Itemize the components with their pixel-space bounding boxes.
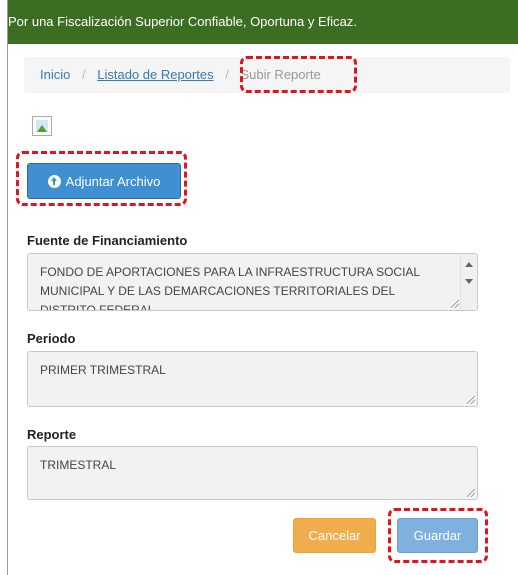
periodo-value: PRIMER TRIMESTRAL: [40, 363, 166, 377]
header-banner: Por una Fiscalización Superior Confiable…: [8, 0, 518, 44]
fuente-value: FONDO DE APORTACIONES PARA LA INFRAESTRU…: [40, 265, 420, 311]
periodo-textarea[interactable]: PRIMER TRIMESTRAL: [27, 351, 478, 407]
fuente-scrollbar[interactable]: [460, 254, 477, 310]
breadcrumb-separator: /: [225, 67, 229, 82]
cancel-button[interactable]: Cancelar: [293, 518, 376, 553]
scroll-down-icon[interactable]: [465, 279, 473, 284]
breadcrumb-separator: /: [81, 67, 86, 82]
fuente-label: Fuente de Financiamiento: [27, 233, 188, 248]
fuente-textarea[interactable]: FONDO DE APORTACIONES PARA LA INFRAESTRU…: [27, 253, 478, 311]
broken-image-icon: [32, 116, 52, 136]
highlight-subir-reporte: [240, 56, 357, 93]
resize-grip-icon[interactable]: [467, 396, 475, 404]
resize-grip-icon[interactable]: [451, 300, 459, 308]
scroll-up-icon[interactable]: [465, 262, 473, 267]
highlight-save-button: [388, 508, 488, 563]
left-border: [7, 0, 8, 575]
reporte-value: TRIMESTRAL: [40, 458, 117, 472]
breadcrumb-home-link[interactable]: Inicio: [40, 67, 70, 82]
highlight-attach-button: [16, 151, 187, 206]
reporte-label: Reporte: [27, 427, 77, 442]
resize-grip-icon[interactable]: [467, 489, 475, 497]
breadcrumb-reports-link[interactable]: Listado de Reportes: [97, 67, 213, 82]
periodo-label: Periodo: [27, 331, 76, 346]
reporte-textarea[interactable]: TRIMESTRAL: [27, 446, 478, 500]
